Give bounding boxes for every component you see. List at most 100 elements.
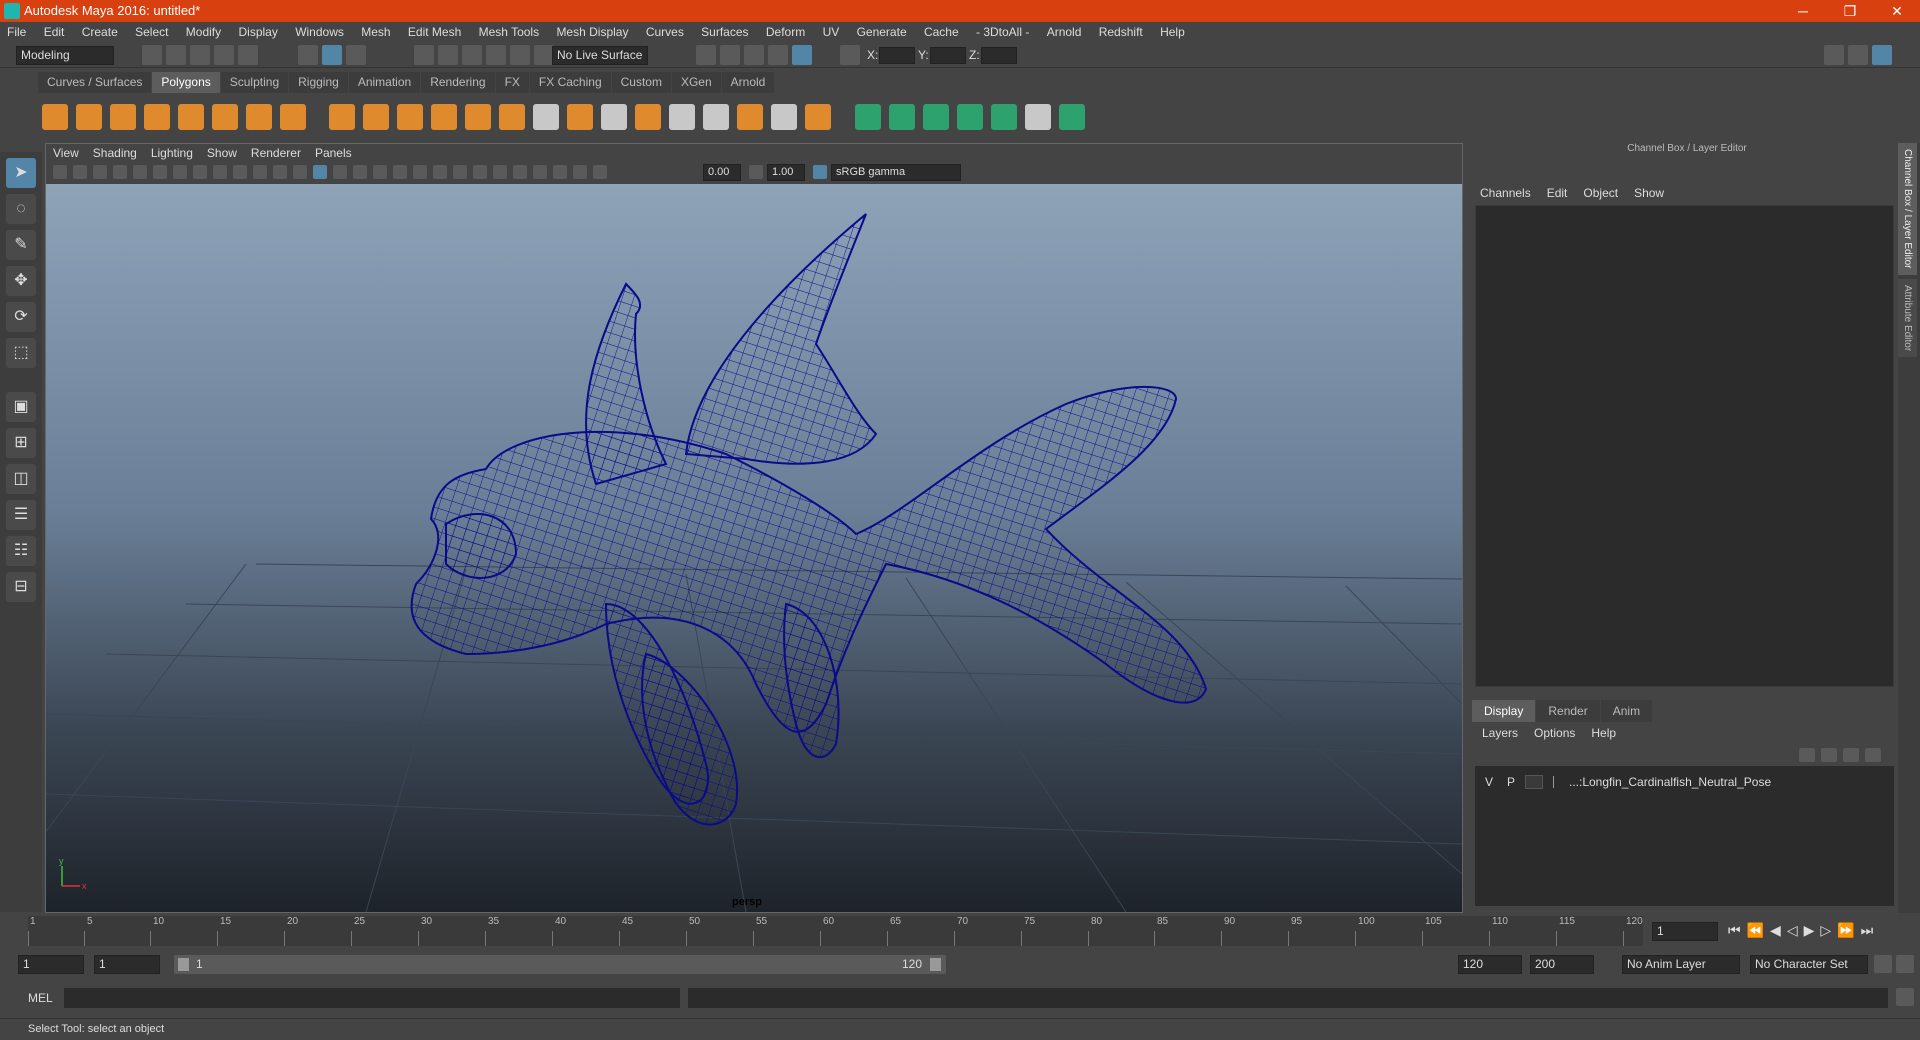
- render-settings-icon[interactable]: [696, 45, 716, 65]
- menu-create[interactable]: Create: [75, 22, 125, 43]
- snap-grid-icon[interactable]: [414, 45, 434, 65]
- uv-editor-icon[interactable]: [990, 104, 1017, 130]
- layer-row[interactable]: V P ...:Longfin_Cardinalfish_Neutral_Pos…: [1475, 772, 1894, 792]
- current-frame-field[interactable]: 1: [1652, 922, 1718, 941]
- render-view-icon[interactable]: [792, 45, 812, 65]
- shelf-tab-arnold[interactable]: Arnold: [721, 72, 775, 93]
- rotate-tool-icon[interactable]: ⟳: [6, 302, 36, 332]
- playback-start-field[interactable]: 1: [94, 955, 160, 974]
- side-tab-attribute-editor[interactable]: Attribute Editor: [1898, 278, 1917, 357]
- poly-pipe-icon[interactable]: [280, 104, 306, 130]
- smooth-shade-icon[interactable]: [333, 165, 347, 179]
- menu-edit[interactable]: Edit: [37, 22, 72, 43]
- mirror-icon[interactable]: [397, 104, 424, 130]
- layer-tab-display[interactable]: Display: [1472, 700, 1536, 722]
- menu-3dtoall[interactable]: - 3DtoAll -: [969, 22, 1036, 43]
- layer-tab-render[interactable]: Render: [1536, 700, 1600, 722]
- layer-name[interactable]: ...:Longfin_Cardinalfish_Neutral_Pose: [1569, 772, 1771, 792]
- bridge-icon[interactable]: [499, 104, 526, 130]
- menu-mesh-tools[interactable]: Mesh Tools: [472, 22, 546, 43]
- layer-visibility-toggle[interactable]: V: [1485, 772, 1493, 792]
- single-layout-icon[interactable]: ▣: [6, 392, 36, 422]
- grease-pencil-icon[interactable]: [153, 165, 167, 179]
- xray-joints-icon[interactable]: [553, 165, 567, 179]
- camera-attributes-icon[interactable]: [73, 165, 87, 179]
- snap-curve-icon[interactable]: [438, 45, 458, 65]
- y-field[interactable]: [930, 47, 966, 64]
- snap-surface-icon[interactable]: [510, 45, 530, 65]
- select-tool-icon[interactable]: ➤: [6, 158, 36, 188]
- hypershade-icon[interactable]: [768, 45, 788, 65]
- viewport-menu-renderer[interactable]: Renderer: [244, 144, 308, 162]
- end-time-field[interactable]: 200: [1530, 955, 1594, 974]
- poly-cone-icon[interactable]: [144, 104, 170, 130]
- new-layer-icon[interactable]: [1843, 748, 1859, 762]
- layer-menu-options[interactable]: Options: [1526, 722, 1583, 744]
- poly-plane-icon[interactable]: [178, 104, 204, 130]
- layer-menu-layers[interactable]: Layers: [1474, 722, 1526, 744]
- redo-icon[interactable]: [238, 45, 258, 65]
- menu-uv[interactable]: UV: [816, 22, 847, 43]
- image-plane-icon[interactable]: [113, 165, 127, 179]
- new-layer-selected-icon[interactable]: [1865, 748, 1881, 762]
- cylindrical-map-icon[interactable]: [888, 104, 915, 130]
- poly-sphere-icon[interactable]: [42, 104, 68, 130]
- gamma-icon[interactable]: [749, 165, 763, 179]
- menu-mesh-display[interactable]: Mesh Display: [549, 22, 635, 43]
- bevel-icon[interactable]: [567, 104, 594, 130]
- menu-curves[interactable]: Curves: [639, 22, 691, 43]
- merge-icon[interactable]: [737, 104, 764, 130]
- layer-tab-anim[interactable]: Anim: [1600, 700, 1653, 722]
- new-scene-icon[interactable]: [142, 45, 162, 65]
- move-layer-up-icon[interactable]: [1799, 748, 1815, 762]
- menu-cache[interactable]: Cache: [917, 22, 966, 43]
- two-view-layout-icon[interactable]: ◫: [6, 464, 36, 494]
- scale-tool-icon[interactable]: ⬚: [6, 338, 36, 368]
- menu-windows[interactable]: Windows: [288, 22, 351, 43]
- separate-icon[interactable]: [363, 104, 390, 130]
- snap-live-icon[interactable]: [534, 45, 554, 65]
- anti-aliasing-icon[interactable]: [473, 165, 487, 179]
- poly-cube-icon[interactable]: [76, 104, 102, 130]
- menu-edit-mesh[interactable]: Edit Mesh: [401, 22, 468, 43]
- go-to-start-icon[interactable]: ⏮: [1728, 922, 1747, 938]
- step-back-icon[interactable]: ⏪: [1747, 922, 1770, 938]
- menu-generate[interactable]: Generate: [850, 22, 914, 43]
- menu-deform[interactable]: Deform: [759, 22, 812, 43]
- shelf-tab-fx[interactable]: FX: [495, 72, 529, 93]
- auto-key-icon[interactable]: [1874, 955, 1892, 973]
- menu-modify[interactable]: Modify: [179, 22, 228, 43]
- channel-box-icon[interactable]: [1872, 45, 1892, 65]
- mode-selector[interactable]: Modeling: [16, 46, 114, 65]
- menu-display[interactable]: Display: [231, 22, 284, 43]
- time-ruler[interactable]: 1 5 10 15 20 25 30 35 40 45 50 55 60 65 70 75 80 85 90 95 10…: [28, 916, 1643, 946]
- side-tab-channel-box[interactable]: Channel Box / Layer Editor: [1898, 143, 1917, 275]
- close-button[interactable]: ✕: [1874, 0, 1920, 22]
- script-editor-icon[interactable]: [1896, 988, 1914, 1006]
- step-forward-icon[interactable]: ⏩: [1837, 922, 1860, 938]
- play-backward-icon[interactable]: ◁: [1787, 922, 1804, 938]
- grid-toggle-icon[interactable]: [173, 165, 187, 179]
- lasso-tool-icon[interactable]: ◌: [6, 194, 36, 224]
- range-start-handle[interactable]: [178, 958, 189, 971]
- four-view-layout-icon[interactable]: ⊞: [6, 428, 36, 458]
- open-scene-icon[interactable]: [166, 45, 186, 65]
- range-end-handle[interactable]: [930, 958, 941, 971]
- hierarchy-mode-icon[interactable]: [298, 45, 318, 65]
- move-tool-icon[interactable]: ✥: [6, 266, 36, 296]
- menu-redshift[interactable]: Redshift: [1092, 22, 1150, 43]
- play-forward-icon[interactable]: ▶: [1804, 922, 1821, 938]
- resolution-gate-icon[interactable]: [213, 165, 227, 179]
- shelf-tab-xgen[interactable]: XGen: [671, 72, 721, 93]
- shelf-tab-polygons[interactable]: Polygons: [152, 72, 220, 93]
- layer-display-type-toggle[interactable]: [1525, 775, 1543, 789]
- shelf-tab-sculpting[interactable]: Sculpting: [220, 72, 289, 93]
- anim-layer-dropdown[interactable]: No Anim Layer: [1622, 955, 1740, 974]
- paint-select-icon[interactable]: ✎: [6, 230, 36, 260]
- shelf-tab-curves-surfaces[interactable]: Curves / Surfaces: [38, 72, 152, 93]
- persp-viewport[interactable]: y x persp: [46, 184, 1462, 912]
- xray-components-icon[interactable]: [573, 165, 587, 179]
- xray-icon[interactable]: [533, 165, 547, 179]
- multi-cut-icon[interactable]: [533, 104, 560, 130]
- target-weld-icon[interactable]: [771, 104, 798, 130]
